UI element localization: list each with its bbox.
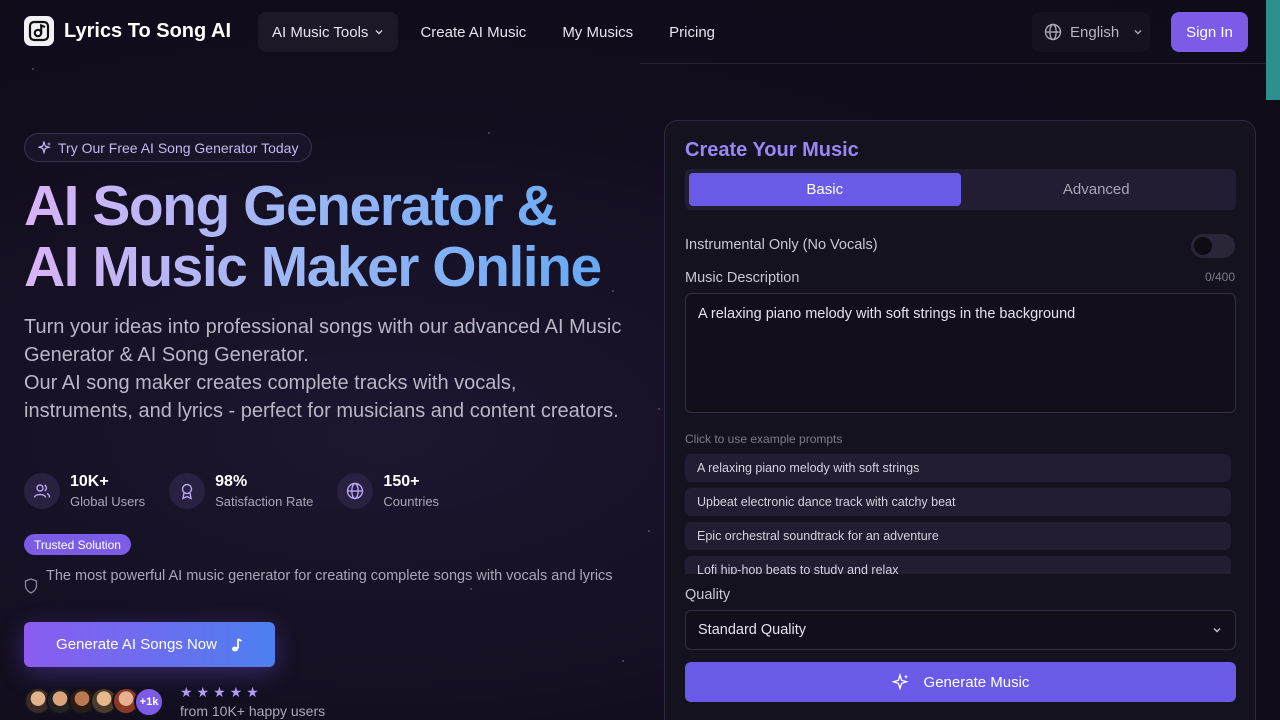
music-note-icon — [231, 637, 242, 651]
background-star — [32, 68, 34, 70]
user-avatars: +1k — [24, 686, 164, 717]
chevron-down-icon — [375, 30, 383, 35]
example-prompt[interactable]: Upbeat electronic dance track with catch… — [685, 488, 1231, 516]
example-prompt[interactable]: Lofi hip-hop beats to study and relax — [685, 556, 1231, 574]
shield-icon — [24, 578, 38, 594]
stat-value: 10K+ — [70, 473, 109, 490]
stats-row: 10K+ Global Users 98% Satisfaction Rate … — [24, 473, 463, 509]
stat-value: 150+ — [383, 473, 420, 490]
stat-global-users: 10K+ Global Users — [24, 473, 145, 509]
hero-description-line2: Our AI song maker creates complete track… — [24, 372, 619, 422]
generate-music-button[interactable]: Generate Music — [685, 662, 1236, 702]
mode-tabs: Basic Advanced — [685, 169, 1236, 210]
quality-select[interactable]: Standard Quality — [685, 610, 1236, 650]
example-prompt[interactable]: Epic orchestral soundtrack for an advent… — [685, 522, 1231, 550]
trusted-description: The most powerful AI music generator for… — [24, 566, 614, 594]
chevron-down-icon — [1213, 628, 1221, 633]
hero-description-line1: Turn your ideas into professional songs … — [24, 316, 622, 366]
rating-stars-icon: ★★★★★ — [180, 684, 263, 700]
site-header: Lyrics To Song AI AI Music Tools Create … — [0, 0, 1280, 64]
nav-label: My Musics — [562, 23, 634, 41]
stat-satisfaction: 98% Satisfaction Rate — [169, 473, 313, 509]
stat-value: 98% — [215, 473, 248, 490]
stat-label: Satisfaction Rate — [215, 494, 314, 509]
nav-ai-music-tools[interactable]: AI Music Tools — [258, 12, 399, 52]
hero-description: Turn your ideas into professional songs … — [24, 313, 624, 425]
nav-create-ai-music[interactable]: Create AI Music — [406, 12, 540, 52]
users-icon — [24, 473, 60, 509]
example-prompts-list[interactable]: A relaxing piano melody with soft string… — [685, 454, 1231, 574]
stat-countries: 150+ Countries — [337, 473, 439, 509]
signin-button[interactable]: Sign In — [1171, 12, 1248, 52]
hero-title: AI Song Generator & AI Music Maker Onlin… — [24, 176, 644, 298]
promo-badge-label: Try Our Free AI Song Generator Today — [58, 139, 299, 156]
char-counter: 0/400 — [1204, 270, 1235, 284]
background-star — [658, 408, 660, 410]
stat-label: Countries — [383, 494, 440, 509]
background-star — [648, 530, 650, 532]
promo-badge: Try Our Free AI Song Generator Today — [24, 133, 313, 162]
quality-label: Quality — [685, 587, 731, 603]
tab-advanced[interactable]: Advanced — [961, 173, 1233, 206]
award-icon — [169, 473, 206, 509]
brand-name: Lyrics To Song AI — [64, 19, 232, 42]
toggle-knob — [1194, 237, 1212, 255]
brand-logo[interactable]: Lyrics To Song AI — [24, 16, 231, 46]
logo-icon — [24, 16, 54, 46]
hero-title-line1: AI Song Generator & — [24, 174, 557, 238]
language-label: English — [1070, 23, 1120, 41]
trusted-badge: Trusted Solution — [24, 534, 131, 555]
trusted-text: The most powerful AI music generator for… — [46, 568, 613, 584]
social-proof: +1k ★★★★★ from 10K+ happy users — [24, 684, 325, 719]
background-star — [488, 132, 490, 134]
quality-value: Standard Quality — [698, 622, 807, 638]
social-proof-label: from 10K+ happy users — [180, 703, 326, 719]
globe-icon — [337, 473, 374, 509]
globe-icon — [1044, 23, 1062, 41]
nav-label: AI Music Tools — [272, 23, 369, 41]
nav-label: Pricing — [669, 23, 716, 41]
nav-label: Create AI Music — [420, 23, 527, 41]
main-nav: AI Music Tools Create AI Music My Musics… — [258, 12, 737, 52]
generate-songs-cta-button[interactable]: Generate AI Songs Now — [24, 622, 275, 667]
header-divider — [640, 63, 1266, 64]
instrumental-label: Instrumental Only (No Vocals) — [685, 237, 878, 253]
description-label: Music Description — [685, 270, 800, 286]
avatar-more-count: +1k — [134, 686, 164, 717]
stat-label: Global Users — [70, 494, 146, 509]
cta-label: Generate AI Songs Now — [56, 636, 217, 653]
description-textarea[interactable]: A relaxing piano melody with soft string… — [685, 293, 1236, 413]
sparkles-icon — [891, 673, 909, 691]
nav-my-musics[interactable]: My Musics — [548, 12, 647, 52]
chevron-down-icon — [1134, 30, 1142, 35]
panel-title: Create Your Music — [685, 139, 859, 161]
language-selector[interactable]: English — [1032, 12, 1150, 52]
nav-pricing[interactable]: Pricing — [655, 12, 729, 52]
create-music-panel: Create Your Music Basic Advanced Instrum… — [664, 120, 1256, 720]
instrumental-toggle[interactable] — [1191, 234, 1235, 258]
example-prompts-label: Click to use example prompts — [685, 432, 843, 446]
tab-basic[interactable]: Basic — [689, 173, 961, 206]
generate-label: Generate Music — [923, 673, 1030, 691]
sparkles-icon — [38, 140, 51, 155]
example-prompt[interactable]: A relaxing piano melody with soft string… — [685, 454, 1231, 482]
hero-title-line2: AI Music Maker Online — [24, 235, 601, 299]
background-star — [622, 660, 624, 662]
